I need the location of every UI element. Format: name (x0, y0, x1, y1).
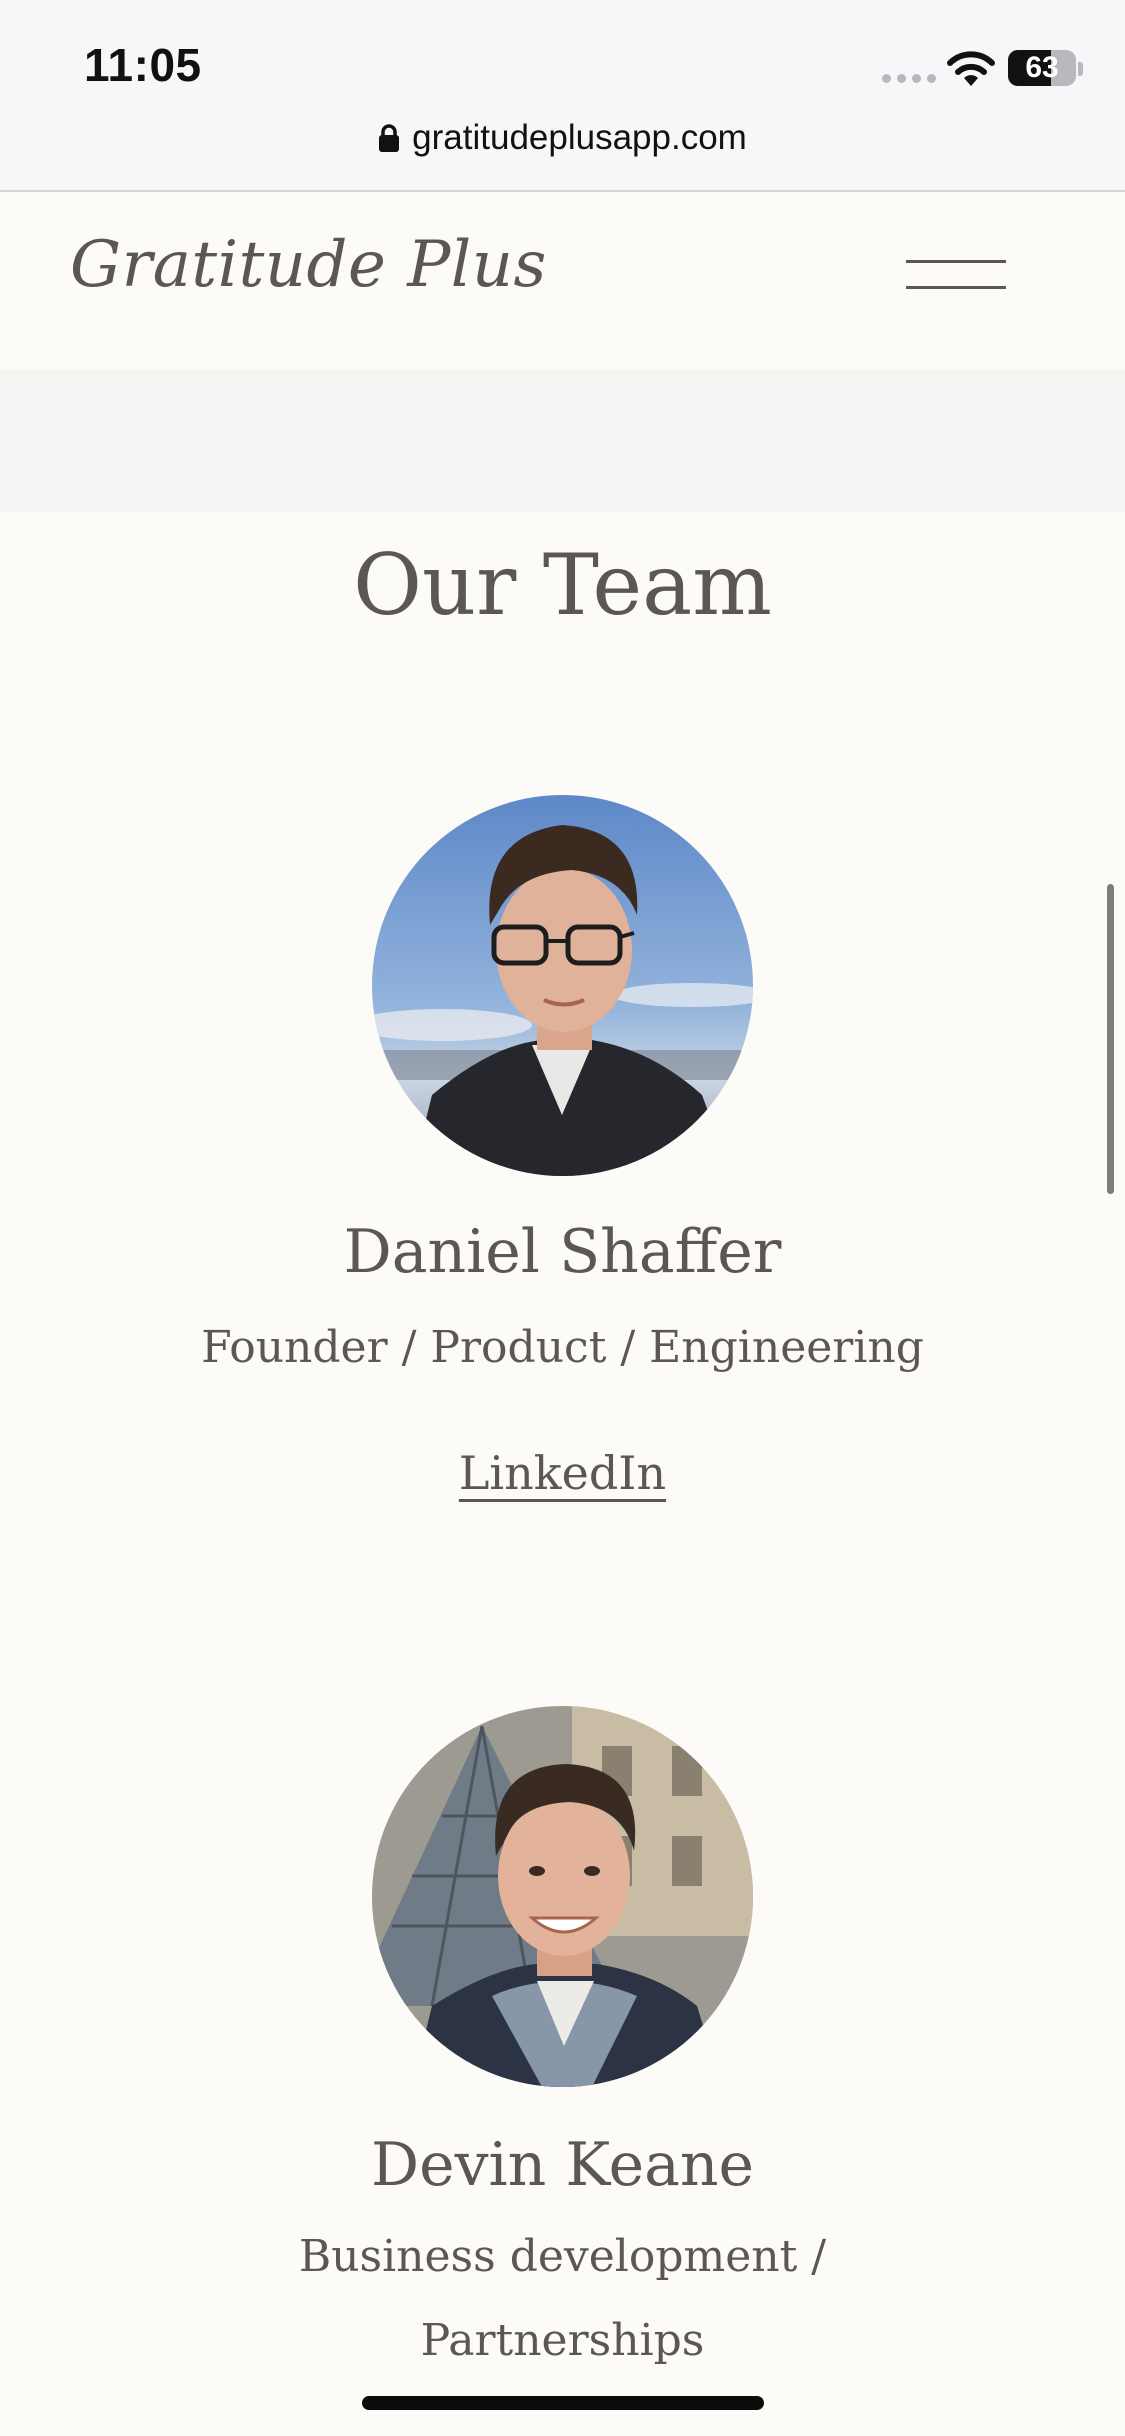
team-member-role: Business development / (298, 2231, 827, 2282)
battery-cap (1078, 62, 1083, 76)
hero-band (0, 370, 1125, 512)
status-time: 11:05 (84, 39, 202, 91)
section-title: Our Team (353, 536, 772, 634)
wifi-icon (947, 51, 995, 86)
linkedin-link-text[interactable]: LinkedIn (459, 1446, 666, 1500)
site-header: Gratitude Plus (0, 192, 1125, 370)
team-member-role-line2: Partnerships (420, 2315, 705, 2366)
address-bar[interactable]: gratitudeplusapp.com (0, 118, 1125, 158)
team-member-name: Devin Keane (370, 2130, 755, 2200)
team-member-photo-daniel (372, 795, 753, 1176)
linkedin-link[interactable]: LinkedIn (0, 1446, 1125, 1500)
team-member-name: Daniel Shaffer (343, 1217, 782, 1287)
url-text: gratitudeplusapp.com (412, 118, 747, 157)
battery-percent: 63 (1025, 51, 1059, 84)
team-member-role: Founder / Product / Engineering (201, 1322, 924, 1373)
lock-icon (379, 124, 400, 152)
browser-status-bar: 11:05 63 gratitudeplusapp.com (0, 0, 1125, 192)
brand-logo[interactable]: Gratitude Plus (70, 228, 547, 302)
hamburger-menu-icon[interactable] (900, 252, 1010, 298)
team-member-photo-devin (372, 1706, 753, 2087)
battery-icon: 63 (1008, 50, 1076, 86)
signal-dots-icon (882, 74, 936, 83)
home-indicator[interactable] (362, 2396, 764, 2410)
scrollbar[interactable] (1107, 884, 1114, 1194)
